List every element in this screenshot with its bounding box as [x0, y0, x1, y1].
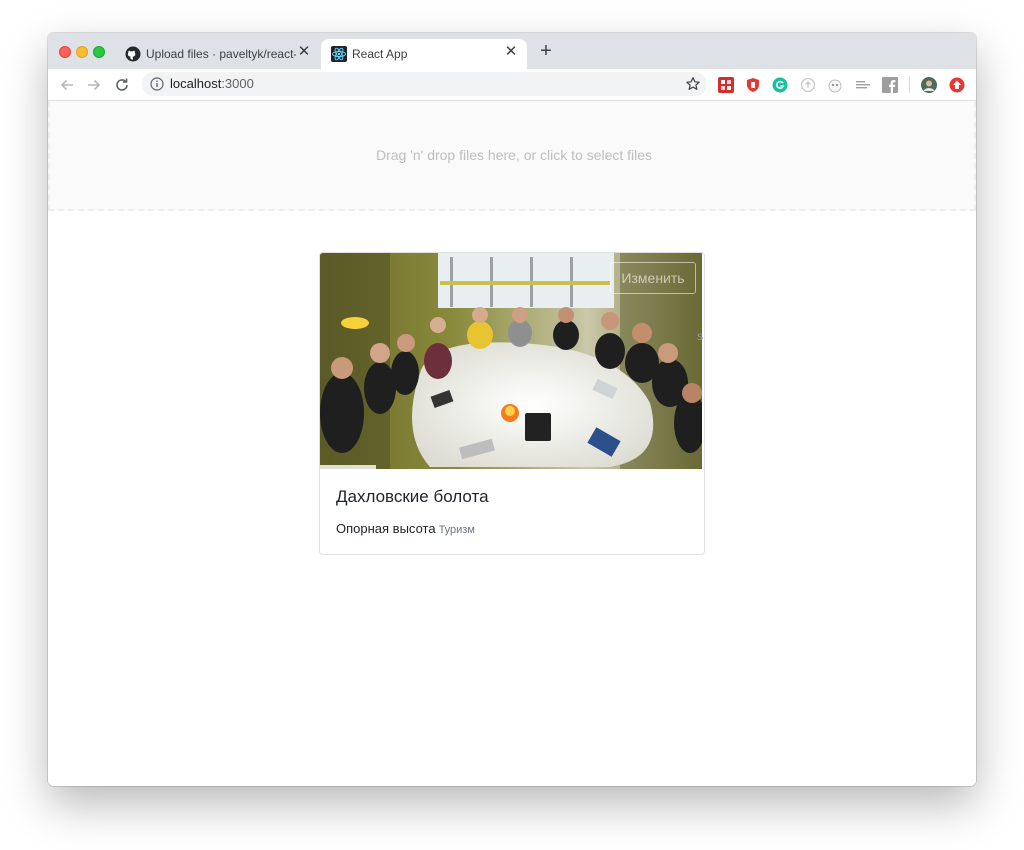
- tab-react-app[interactable]: React App ✕: [321, 39, 527, 69]
- extension-circle-icon[interactable]: [800, 77, 816, 93]
- card-subtitle-text: Опорная высота: [336, 521, 436, 536]
- dropzone-hint: Drag 'n' drop files here, or click to se…: [375, 147, 653, 163]
- back-arrow-icon[interactable]: [56, 74, 78, 96]
- forward-arrow-icon[interactable]: [83, 74, 105, 96]
- tab-title: React App: [352, 47, 408, 61]
- extension-red-icon[interactable]: [949, 77, 965, 93]
- stray-text: s: [697, 329, 703, 343]
- tab-title: Upload files · paveltyk/react-tag: [146, 47, 296, 61]
- extension-ghost-icon[interactable]: [827, 77, 843, 93]
- github-icon: [125, 46, 141, 62]
- card-subtitle: Опорная высота Туризм: [336, 521, 475, 536]
- url-port: :3000: [221, 76, 254, 91]
- reload-icon[interactable]: [111, 74, 133, 96]
- image-card: Изменить Дахловские болота Опорная высот…: [319, 252, 705, 555]
- facebook-icon[interactable]: [882, 77, 898, 93]
- profile-avatar[interactable]: [921, 77, 937, 93]
- tab-strip: Upload files · paveltyk/react-tag ✕ Reac…: [48, 33, 976, 69]
- tab-close-button[interactable]: ✕: [296, 44, 312, 60]
- file-dropzone[interactable]: Drag 'n' drop files here, or click to se…: [48, 101, 976, 211]
- close-window-button[interactable]: [59, 46, 71, 58]
- extension-red-grid-icon[interactable]: [718, 77, 734, 93]
- new-tab-button[interactable]: +: [536, 41, 556, 61]
- info-icon[interactable]: [150, 77, 164, 91]
- tab-close-button[interactable]: ✕: [503, 44, 519, 60]
- url-text: localhost:3000: [170, 76, 254, 91]
- url-host: localhost: [170, 76, 222, 91]
- toolbar-separator: [909, 76, 910, 93]
- bookmark-star-icon[interactable]: [685, 76, 701, 92]
- extension-shield-icon[interactable]: [745, 77, 761, 93]
- extension-text-icon[interactable]: [855, 77, 871, 93]
- address-bar[interactable]: localhost:3000: [142, 72, 707, 96]
- browser-window: Upload files · paveltyk/react-tag ✕ Reac…: [48, 33, 976, 786]
- react-icon: [331, 46, 347, 62]
- page-content: Drag 'n' drop files here, or click to se…: [48, 101, 976, 786]
- minimize-window-button[interactable]: [76, 46, 88, 58]
- edit-button[interactable]: Изменить: [610, 262, 696, 294]
- grammarly-icon[interactable]: [772, 77, 788, 93]
- browser-toolbar: localhost:3000: [48, 69, 976, 101]
- zoom-window-button[interactable]: [93, 46, 105, 58]
- card-title: Дахловские болота: [336, 487, 489, 506]
- card-tag: Туризм: [438, 524, 475, 536]
- tab-github-upload[interactable]: Upload files · paveltyk/react-tag ✕: [115, 39, 320, 69]
